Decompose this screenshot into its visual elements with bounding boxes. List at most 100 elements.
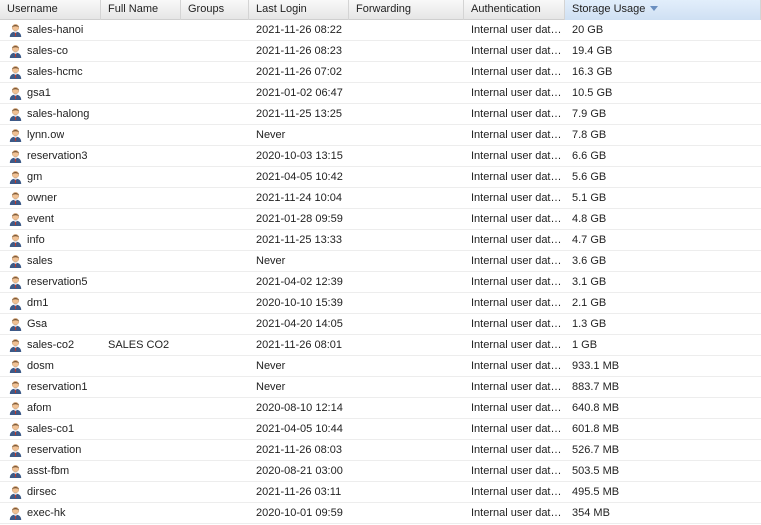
cell-groups <box>181 335 249 355</box>
cell-username: dosm <box>0 356 101 376</box>
cell-forwarding <box>349 41 464 61</box>
table-row[interactable]: dirsec 2021-11-26 03:11 Internal user data… <box>0 482 761 503</box>
cell-groups <box>181 188 249 208</box>
cell-last-login: Never <box>256 129 286 141</box>
cell-full-name <box>101 62 181 82</box>
table-row[interactable]: lynn.ow Never Internal user database 7.8 GB <box>0 125 761 146</box>
table-row[interactable]: sales Never Internal user database 3.6 GB <box>0 251 761 272</box>
column-header-last-login[interactable]: Last Login <box>249 0 349 20</box>
cell-storage-usage: 2.1 GB <box>572 297 607 309</box>
table-row[interactable]: sales-hanoi 2021-11-26 08:22 Internal user… <box>0 20 761 41</box>
cell-forwarding <box>349 104 464 124</box>
cell-last-login: 2021-04-05 10:42 <box>256 171 343 183</box>
cell-authentication: Internal user database <box>471 276 565 288</box>
column-header-forwarding[interactable]: Forwarding <box>349 0 464 20</box>
cell-storage-usage: 503.5 MB <box>572 465 620 477</box>
column-header-last-login-label: Last Login <box>256 3 307 15</box>
table-row[interactable]: owner 2021-11-24 10:04 Internal user datab… <box>0 188 761 209</box>
user-icon <box>9 318 22 331</box>
cell-username: dirsec <box>0 482 101 502</box>
cell-full-name <box>101 440 181 460</box>
user-icon <box>9 360 22 373</box>
cell-storage-usage: 4.7 GB <box>572 234 607 246</box>
cell-username: lynn.ow <box>0 125 101 145</box>
table-row[interactable]: gm 2021-04-05 10:42 Internal user database… <box>0 167 761 188</box>
column-header-full-name[interactable]: Full Name <box>101 0 181 20</box>
cell-storage-usage: 5.6 GB <box>572 171 607 183</box>
cell-last-login: 2021-11-26 08:01 <box>256 339 343 351</box>
table-row[interactable]: sales-hcmc 2021-11-26 07:02 Internal user … <box>0 62 761 83</box>
username-text: Gsa <box>27 318 48 330</box>
table-row[interactable]: exec-hk 2020-10-01 09:59 Internal user dat… <box>0 503 761 524</box>
cell-authentication: Internal user database <box>471 171 565 183</box>
table-row[interactable]: asst-fbm 2020-08-21 03:00 Internal user da… <box>0 461 761 482</box>
cell-authentication: Internal user database <box>471 192 565 204</box>
table-row[interactable]: reservation 2021-11-26 08:03 Internal user… <box>0 440 761 461</box>
cell-last-login: 2021-11-26 03:11 <box>256 486 342 498</box>
cell-storage-usage: 1.3 GB <box>572 318 607 330</box>
cell-forwarding <box>349 503 464 523</box>
cell-storage-usage: 10.5 GB <box>572 87 613 99</box>
table-row[interactable]: event 2021-01-28 09:59 Internal user datab… <box>0 209 761 230</box>
cell-full-name <box>101 356 181 376</box>
username-text: sales-hanoi <box>27 24 84 36</box>
cell-forwarding <box>349 461 464 481</box>
username-text: sales-halong <box>27 108 90 120</box>
cell-full-name <box>101 146 181 166</box>
table-row[interactable]: gsa1 2021-01-02 06:47 Internal user databa… <box>0 83 761 104</box>
table-row[interactable]: sales-halong 2021-11-25 13:25 Internal use… <box>0 104 761 125</box>
cell-forwarding <box>349 314 464 334</box>
table-row[interactable]: reservation5 2021-04-02 12:39 Internal use… <box>0 272 761 293</box>
column-header-authentication[interactable]: Authentication <box>464 0 565 20</box>
username-text: reservation5 <box>27 276 88 288</box>
cell-last-login: 2021-11-25 13:25 <box>256 108 343 120</box>
user-icon <box>9 255 22 268</box>
cell-storage-usage: 7.9 GB <box>572 108 607 120</box>
column-header-username-label: Username <box>7 3 58 15</box>
table-row[interactable]: dosm Never Internal user database 933.1 MB <box>0 356 761 377</box>
table-row[interactable]: sales-co1 2021-04-05 10:44 Internal user d… <box>0 419 761 440</box>
table-row[interactable]: reservation3 2020-10-03 13:15 Internal use… <box>0 146 761 167</box>
cell-full-name <box>101 167 181 187</box>
cell-forwarding <box>349 209 464 229</box>
cell-storage-usage: 5.1 GB <box>572 192 607 204</box>
cell-groups <box>181 314 249 334</box>
grid-body: sales-hanoi 2021-11-26 08:22 Internal user… <box>0 20 761 524</box>
column-header-storage-usage-label: Storage Usage <box>572 3 646 15</box>
username-text: info <box>27 234 45 246</box>
table-row[interactable]: Gsa 2021-04-20 14:05 Internal user databas… <box>0 314 761 335</box>
table-row[interactable]: afom 2020-08-10 12:14 Internal user databa… <box>0 398 761 419</box>
cell-username: sales-halong <box>0 104 101 124</box>
cell-groups <box>181 503 249 523</box>
cell-full-name <box>101 83 181 103</box>
cell-authentication: Internal user database <box>471 108 565 120</box>
cell-full-name <box>101 209 181 229</box>
cell-groups <box>181 104 249 124</box>
cell-full-name <box>101 188 181 208</box>
table-row[interactable]: sales-co2 SALES CO2 2021-11-26 08:01 Intern… <box>0 335 761 356</box>
table-row[interactable]: dm1 2020-10-10 15:39 Internal user databas… <box>0 293 761 314</box>
cell-forwarding <box>349 482 464 502</box>
table-row[interactable]: sales-co 2021-11-26 08:23 Internal user da… <box>0 41 761 62</box>
cell-forwarding <box>349 398 464 418</box>
cell-authentication: Internal user database <box>471 87 565 99</box>
cell-last-login: Never <box>256 255 286 267</box>
cell-last-login: 2021-11-24 10:04 <box>256 192 343 204</box>
cell-groups <box>181 356 249 376</box>
column-header-storage-usage[interactable]: Storage Usage <box>565 0 761 20</box>
table-row[interactable]: reservation1 Never Internal user database 8… <box>0 377 761 398</box>
cell-last-login: 2021-04-20 14:05 <box>256 318 343 330</box>
user-icon <box>9 507 22 520</box>
cell-full-name <box>101 314 181 334</box>
cell-storage-usage: 3.6 GB <box>572 255 607 267</box>
cell-authentication: Internal user database <box>471 465 565 477</box>
cell-username: asst-fbm <box>0 461 101 481</box>
column-header-username[interactable]: Username <box>0 0 101 20</box>
cell-groups <box>181 125 249 145</box>
cell-last-login: Never <box>256 381 286 393</box>
table-row[interactable]: info 2021-11-25 13:33 Internal user databa… <box>0 230 761 251</box>
user-icon <box>9 150 22 163</box>
cell-username: gm <box>0 167 101 187</box>
username-text: sales-co2 <box>27 339 75 351</box>
column-header-groups[interactable]: Groups <box>181 0 249 20</box>
